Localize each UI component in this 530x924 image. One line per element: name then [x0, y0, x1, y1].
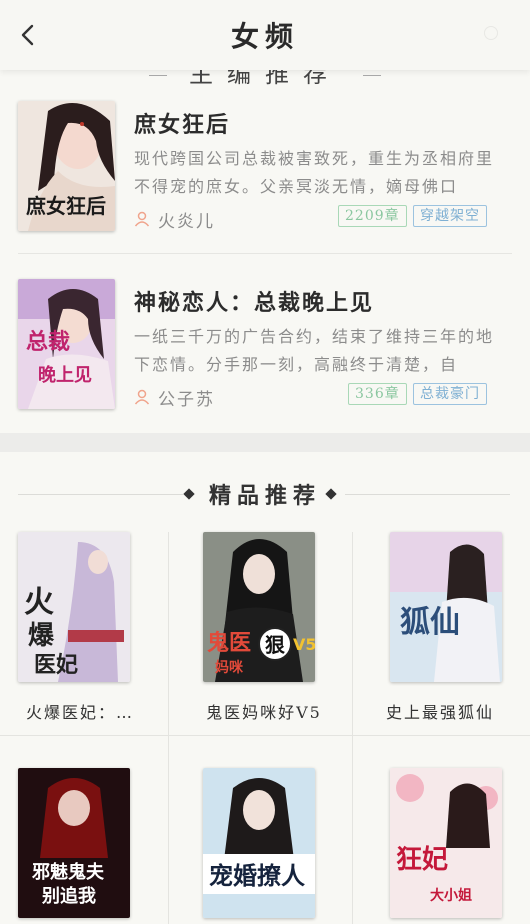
book-title[interactable]: 神秘恋人：总裁晚上见 — [134, 285, 374, 317]
svg-text:庶女狂后: 庶女狂后 — [26, 194, 106, 218]
book-cover[interactable]: 火 爆 医妃 — [18, 532, 130, 682]
list-item[interactable]: 庶女狂后 庶女狂后 现代跨国公司总裁被害致死，重生为丞相府里不得宠的庶女。父亲冥… — [18, 101, 508, 233]
user-icon — [134, 389, 150, 405]
divider — [345, 494, 510, 495]
section-separator — [0, 433, 530, 452]
book-cover[interactable]: 狐仙 — [390, 532, 502, 682]
user-icon — [134, 211, 150, 227]
book-title[interactable]: 火爆医妃：… — [0, 699, 160, 723]
svg-text:狂妃: 狂妃 — [396, 844, 448, 875]
recommend-grid-section: 精品推荐 火 爆 医妃 火爆医妃：… 鬼医 狠 V5 妈咪 鬼医妈咪好V5 狐仙… — [0, 452, 530, 924]
page-title: 女频 — [230, 20, 299, 53]
grid-divider — [0, 735, 530, 736]
book-title[interactable]: 鬼医妈咪好V5 — [184, 699, 344, 723]
book-cover[interactable]: 鬼医 狠 V5 妈咪 — [203, 532, 315, 682]
svg-text:V5: V5 — [293, 635, 315, 654]
book-author: 公子苏 — [158, 390, 215, 410]
book-cover[interactable]: 庶女狂后 — [18, 101, 115, 231]
grid-divider — [352, 532, 353, 924]
book-cover[interactable]: 狂妃 大小姐 — [390, 768, 502, 918]
book-description: 一纸三千万的广告合约，结束了维持三年的地下恋情。分手那一刻，高融终于清楚，自 — [134, 327, 495, 374]
svg-text:大小姐: 大小姐 — [430, 887, 472, 904]
svg-text:宠婚撩人: 宠婚撩人 — [209, 861, 305, 890]
chapter-count-badge: 2209章 — [338, 205, 407, 227]
divider — [18, 253, 512, 254]
svg-text:总裁: 总裁 — [26, 329, 70, 355]
list-item[interactable]: 总裁 晚上见 神秘恋人：总裁晚上见 一纸三千万的广告合约，结束了维持三年的地下恋… — [18, 279, 508, 411]
book-title[interactable]: 史上最强狐仙 — [360, 699, 520, 723]
svg-text:狐仙: 狐仙 — [400, 605, 460, 640]
chapter-count-badge: 336章 — [348, 383, 407, 405]
svg-text:鬼医: 鬼医 — [207, 630, 251, 656]
svg-text:火: 火 — [24, 585, 54, 620]
svg-text:医妃: 医妃 — [34, 652, 78, 678]
genre-badge: 总裁豪门 — [413, 383, 487, 405]
book-description: 现代跨国公司总裁被害致死，重生为丞相府里不得宠的庶女。父亲冥淡无情，嫡母佛口 — [134, 149, 495, 196]
svg-text:妈咪: 妈咪 — [215, 659, 244, 676]
featured-list-section: 主编推荐 庶女狂后 庶女狂后 现代跨国公司总裁被害致死，重生为丞相府里不得宠的庶… — [0, 70, 530, 433]
svg-text:晚上见: 晚上见 — [38, 364, 92, 386]
svg-text:别追我: 别追我 — [41, 885, 96, 907]
genre-badge: 穿越架空 — [413, 205, 487, 227]
book-title[interactable]: 庶女狂后 — [134, 107, 230, 139]
book-cover[interactable]: 总裁 晚上见 — [18, 279, 115, 409]
top-navigation-bar: 女频 — [0, 0, 530, 70]
book-author: 火炎儿 — [158, 212, 215, 232]
search-icon[interactable] — [484, 26, 498, 40]
svg-text:狠: 狠 — [265, 633, 286, 657]
section-heading: 主编推荐 — [0, 70, 530, 89]
grid-divider — [168, 532, 169, 924]
book-cover[interactable]: 宠婚撩人 — [203, 768, 315, 918]
svg-text:邪魅鬼夫: 邪魅鬼夫 — [31, 861, 105, 883]
book-cover[interactable]: 邪魅鬼夫 别追我 — [18, 768, 130, 918]
svg-text:爆: 爆 — [28, 621, 55, 651]
